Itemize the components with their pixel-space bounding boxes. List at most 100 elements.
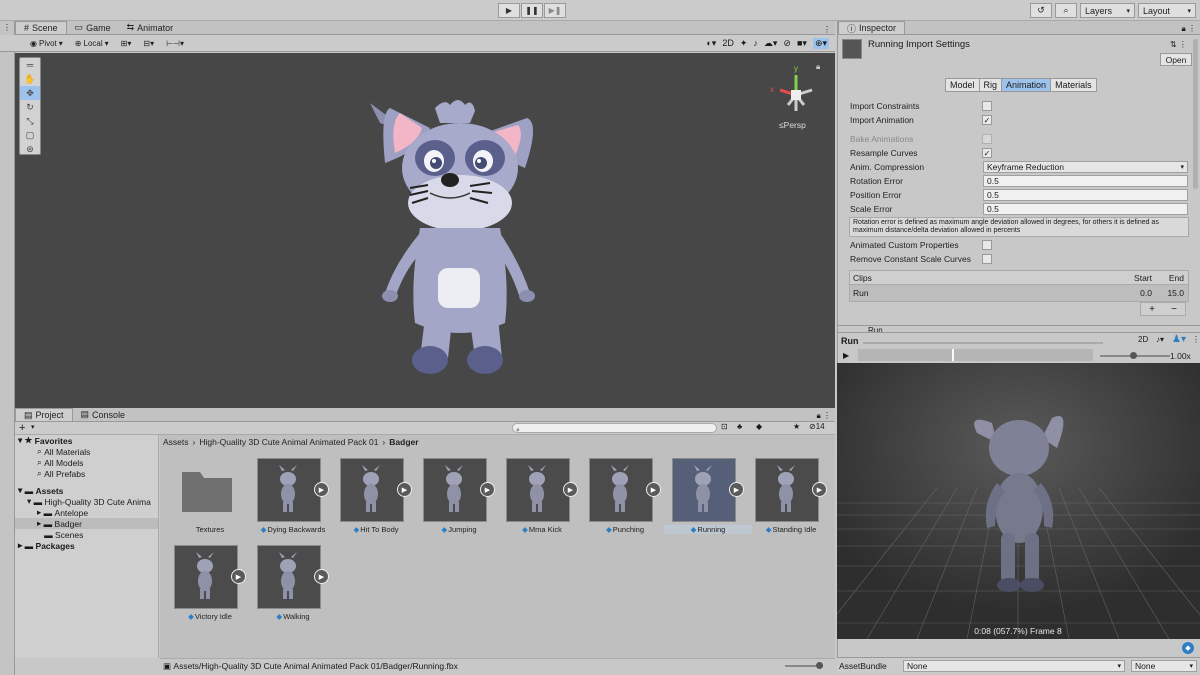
snap-button[interactable]: ⊟▾: [139, 37, 158, 50]
asset-item[interactable]: ▶ ◆ Running: [664, 458, 752, 536]
play-preview-icon[interactable]: ▶: [314, 569, 329, 584]
more-icon[interactable]: 🔒︎ ⋮: [817, 411, 835, 421]
tag-icon[interactable]: ◆: [1182, 642, 1194, 654]
breadcrumb-item[interactable]: Badger: [389, 437, 418, 447]
tree-item-antelope[interactable]: ▸ ▬ Antelope: [15, 507, 158, 518]
asset-item[interactable]: ▶ ◆ Punching: [587, 458, 667, 536]
tab-project[interactable]: ▤ Project: [15, 408, 73, 421]
inspector-scrollbar[interactable]: [1193, 39, 1198, 189]
play-preview-icon[interactable]: ▶: [563, 482, 578, 497]
gizmos-icon[interactable]: ⊕▾: [812, 37, 829, 49]
asset-item[interactable]: Textures: [172, 458, 252, 536]
play-preview-icon[interactable]: ▶: [231, 569, 246, 584]
hand-tool-icon[interactable]: ✋: [20, 72, 40, 86]
zoom-slider-thumb[interactable]: [816, 662, 823, 669]
add-clip-button[interactable]: +: [1149, 304, 1155, 315]
search-button[interactable]: ⌕: [1055, 3, 1077, 18]
audio-icon[interactable]: ♪: [753, 38, 758, 48]
tree-item-badger[interactable]: ▸ ▬ Badger: [15, 518, 158, 529]
rotation-error-field[interactable]: 0.5: [983, 175, 1188, 187]
more-icon[interactable]: ⋮: [823, 25, 835, 34]
clip-row[interactable]: Run 0.0 15.0: [850, 285, 1188, 301]
preview-2d-button[interactable]: 2D: [1138, 335, 1148, 344]
lock-icon[interactable]: 🔒︎: [816, 62, 820, 71]
tree-item-pack[interactable]: ▾ ▬ High-Quality 3D Cute Anima: [15, 496, 158, 507]
increment-button[interactable]: ⊢⊣▾: [162, 37, 188, 50]
add-button[interactable]: +: [19, 422, 25, 434]
preview-timeline[interactable]: [858, 349, 1093, 361]
local-dropdown[interactable]: ⊕ Local ▾: [71, 37, 113, 50]
rect-tool-icon[interactable]: ▢: [20, 128, 40, 142]
play-preview-icon[interactable]: ▶: [646, 482, 661, 497]
preview-play-button[interactable]: ▶: [843, 351, 849, 360]
shading-icon[interactable]: ◐▾: [706, 38, 716, 49]
resample-curves-checkbox[interactable]: ✓: [982, 148, 992, 158]
rotate-tool-icon[interactable]: ↻: [20, 100, 40, 114]
import-constraints-checkbox[interactable]: [982, 101, 992, 111]
persp-label[interactable]: ≤Persp: [779, 120, 806, 130]
scale-error-field[interactable]: 0.5: [983, 203, 1188, 215]
tab-game[interactable]: ▭ Game: [67, 21, 119, 34]
subtab-animation[interactable]: Animation: [1002, 79, 1052, 91]
asset-item[interactable]: ▶ ◆ Standing Idle: [753, 458, 833, 536]
scale-tool-icon[interactable]: ⤡: [20, 114, 40, 128]
effects-icon[interactable]: ☁▾: [764, 38, 778, 49]
asset-item[interactable]: ▶ ◆ Walking: [255, 545, 335, 623]
step-button[interactable]: ▶❚: [544, 3, 566, 18]
layout-dropdown[interactable]: Layout ▾: [1138, 3, 1196, 18]
play-button[interactable]: ▶: [498, 3, 520, 18]
pivot-dropdown[interactable]: ◉ Pivot ▾: [26, 37, 67, 50]
subtab-materials[interactable]: Materials: [1051, 79, 1096, 91]
lock-icon[interactable]: ⋮: [0, 23, 14, 32]
remove-constant-checkbox[interactable]: [982, 254, 992, 264]
open-button[interactable]: Open: [1160, 53, 1192, 66]
label-filter-icon[interactable]: ◆: [756, 422, 762, 431]
pivot-toggle-icon[interactable]: ♪▾: [1156, 335, 1164, 344]
play-preview-icon[interactable]: ▶: [812, 482, 827, 497]
avatar-icon[interactable]: ♟▾: [1172, 334, 1186, 345]
pause-button[interactable]: ❚❚: [521, 3, 543, 18]
asset-item[interactable]: ▶ ◆ Mma Kick: [504, 458, 584, 536]
transform-tool-icon[interactable]: ⊛: [20, 142, 40, 156]
breadcrumb-item[interactable]: Assets: [163, 437, 189, 447]
tree-item-all-materials[interactable]: ⌕ All Materials: [15, 446, 158, 457]
camera-icon[interactable]: ■▾: [797, 38, 807, 49]
more-icon[interactable]: ⋮: [1192, 335, 1200, 344]
anim-compression-dropdown[interactable]: Keyframe Reduction ▾: [983, 161, 1188, 173]
tree-item-scenes[interactable]: ▬ Scenes: [15, 529, 158, 540]
history-button[interactable]: ↺: [1030, 3, 1052, 18]
orientation-gizmo[interactable]: y x: [770, 64, 813, 111]
toolbox-handle[interactable]: ═: [20, 58, 40, 72]
play-preview-icon[interactable]: ▶: [729, 482, 744, 497]
tree-assets[interactable]: ▾ ▬ Assets: [15, 485, 158, 496]
tab-console[interactable]: ▤ Console: [73, 408, 134, 421]
tree-item-all-prefabs[interactable]: ⌕ All Prefabs: [15, 468, 158, 479]
import-animation-checkbox[interactable]: ✓: [982, 115, 992, 125]
speed-slider-thumb[interactable]: [1130, 352, 1137, 359]
play-preview-icon[interactable]: ▶: [314, 482, 329, 497]
settings-icon[interactable]: ⇅ ⋮: [1170, 40, 1187, 49]
preview-viewport[interactable]: 0:08 (057.7%) Frame 8: [837, 363, 1200, 639]
assetbundle-dropdown[interactable]: None ▾: [903, 659, 1125, 672]
animated-custom-checkbox[interactable]: [982, 240, 992, 250]
scene-viewport[interactable]: y x ≤Persp 🔒︎: [15, 53, 835, 408]
type-filter-icon[interactable]: ♣: [737, 422, 742, 431]
play-preview-icon[interactable]: ▶: [397, 482, 412, 497]
breadcrumb-item[interactable]: High-Quality 3D Cute Animal Animated Pac…: [199, 437, 378, 447]
position-error-field[interactable]: 0.5: [983, 189, 1188, 201]
tree-item-all-models[interactable]: ⌕ All Models: [15, 457, 158, 468]
favorite-icon[interactable]: ★: [793, 422, 800, 431]
hidden-count[interactable]: ⊘14: [809, 422, 825, 431]
layers-dropdown[interactable]: Layers ▾: [1080, 3, 1135, 18]
mode-2d-button[interactable]: 2D: [722, 38, 734, 48]
tab-inspector[interactable]: ⓘ Inspector: [838, 21, 906, 34]
asset-item[interactable]: ▶ ◆ Victory Idle: [172, 545, 252, 623]
asset-item[interactable]: ▶ ◆ Hit To Body: [338, 458, 418, 536]
more-icon[interactable]: 🔒︎ ⋮: [1182, 24, 1200, 34]
hidden-icon[interactable]: ⊘: [783, 38, 791, 49]
lighting-icon[interactable]: ✦: [740, 38, 748, 49]
tab-animator[interactable]: ⇆ Animator: [119, 21, 182, 34]
asset-item[interactable]: ▶ ◆ Dying Backwards: [255, 458, 335, 536]
asset-item[interactable]: ▶ ◆ Jumping: [421, 458, 501, 536]
grid-snap-button[interactable]: ⊞▾: [117, 37, 136, 50]
